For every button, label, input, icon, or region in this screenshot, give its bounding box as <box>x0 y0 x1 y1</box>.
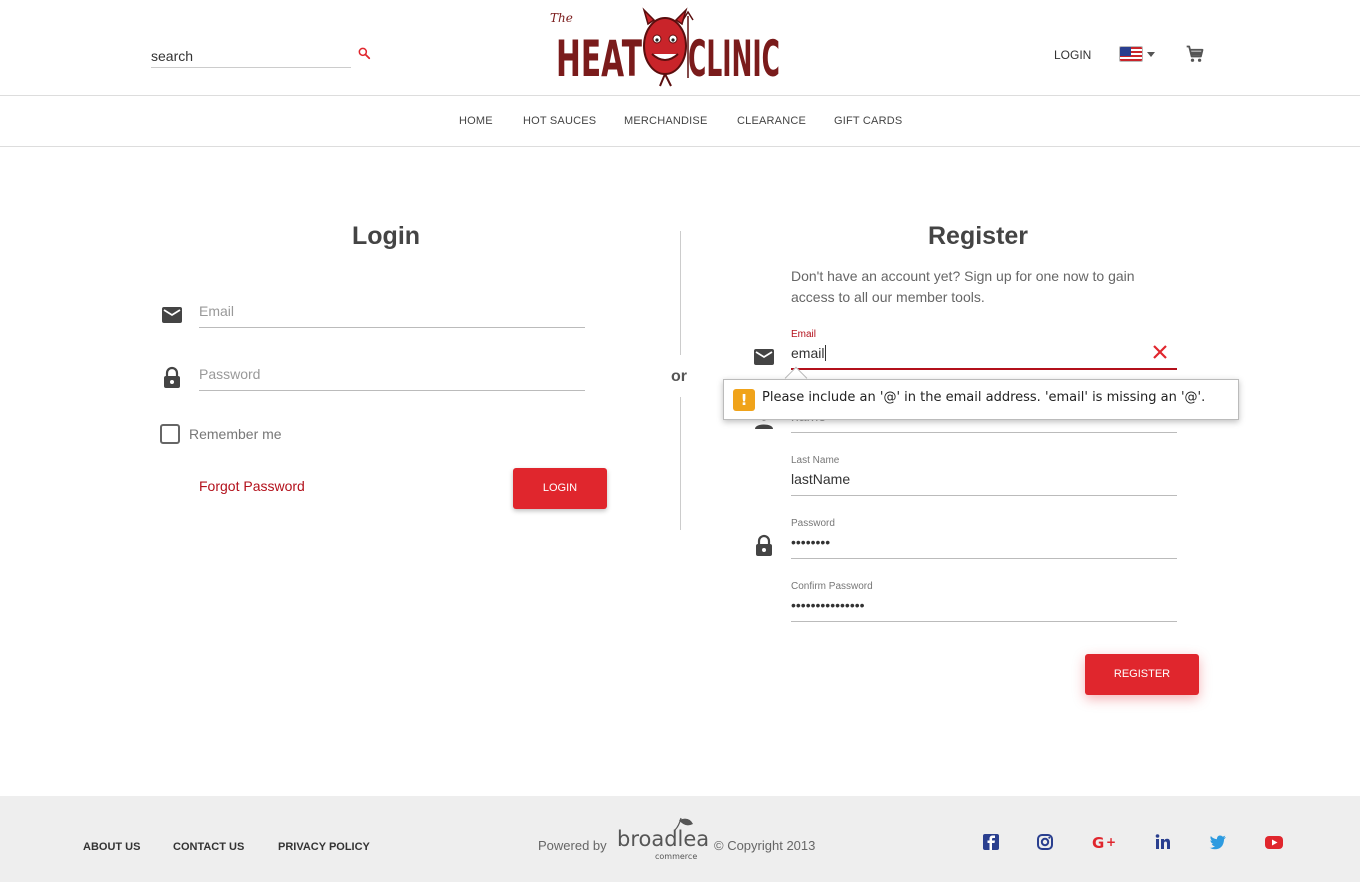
login-email-input[interactable]: Email <box>199 303 234 319</box>
nav-item-clearance[interactable]: CLEARANCE <box>737 115 806 127</box>
close-icon[interactable] <box>1152 344 1168 360</box>
register-last-name-label: Last Name <box>791 455 840 466</box>
login-title: Login <box>352 222 421 250</box>
text-cursor <box>825 345 826 361</box>
register-last-name-underline <box>791 495 1177 496</box>
register-confirm-label: Confirm Password <box>791 581 873 592</box>
login-email-underline <box>199 327 585 328</box>
lock-icon <box>164 366 180 388</box>
search-icon[interactable] <box>357 46 371 60</box>
copyright-label: © Copyright 2013 <box>714 838 816 853</box>
register-password-underline <box>791 558 1177 559</box>
svg-text:G: G <box>1092 834 1104 852</box>
validation-tooltip: ! Please include an '@' in the email add… <box>723 379 1239 420</box>
divider-bottom <box>680 397 681 530</box>
footer-about-us-link[interactable]: ABOUT US <box>83 841 140 853</box>
footer-privacy-policy-link[interactable]: PRIVACY POLICY <box>278 841 370 853</box>
register-first-name-underline <box>791 432 1177 433</box>
us-flag-icon[interactable] <box>1119 46 1143 62</box>
register-title: Register <box>928 222 1029 250</box>
login-password-input[interactable]: Password <box>199 366 260 382</box>
register-description: Don't have an account yet? Sign up for o… <box>791 268 1135 305</box>
register-email-label: Email <box>791 329 817 340</box>
twitter-icon[interactable] <box>1208 832 1228 852</box>
register-confirm-underline <box>791 621 1177 622</box>
or-label: or <box>671 368 687 385</box>
facebook-icon[interactable] <box>981 832 1001 852</box>
mail-icon <box>162 307 182 323</box>
instagram-icon[interactable] <box>1035 832 1055 852</box>
register-password-input[interactable]: •••••••• <box>791 534 830 550</box>
register-email-input[interactable]: email <box>791 345 824 361</box>
header-login-link[interactable]: LOGIN <box>1054 48 1091 62</box>
broadleaf-logo[interactable]: broadleaf commerce <box>617 816 709 862</box>
cart-icon[interactable] <box>1185 44 1205 64</box>
remember-me-checkbox[interactable] <box>160 424 180 444</box>
main-nav: HOME HOT SAUCES MERCHANDISE CLEARANCE GI… <box>0 96 1360 147</box>
svg-text:+: + <box>1106 835 1116 849</box>
svg-text:The: The <box>550 11 573 25</box>
broadleaf-sub: commerce <box>655 852 697 861</box>
validation-message: Please include an '@' in the email addre… <box>762 390 1206 405</box>
svg-text:CLINIC: CLINIC <box>688 30 780 88</box>
login-password-underline <box>199 390 585 391</box>
svg-text:HEAT: HEAT <box>556 30 642 88</box>
forgot-password-link[interactable]: Forgot Password <box>199 478 305 494</box>
powered-by-label: Powered by <box>538 838 607 853</box>
nav-item-merchandise[interactable]: MERCHANDISE <box>624 115 708 127</box>
site-footer: ABOUT US CONTACT US PRIVACY POLICY Power… <box>0 796 1360 882</box>
divider-top <box>680 231 681 355</box>
register-password-label: Password <box>791 518 835 529</box>
register-confirm-input[interactable]: ••••••••••••••• <box>791 597 865 613</box>
register-email-underline <box>791 368 1177 370</box>
warning-icon: ! <box>733 389 755 411</box>
nav-item-home[interactable]: HOME <box>459 115 493 127</box>
google-plus-icon[interactable]: G + <box>1092 832 1118 852</box>
chevron-down-icon[interactable] <box>1147 52 1155 57</box>
heat-clinic-logo[interactable]: The HEAT CLINIC <box>548 6 782 88</box>
register-last-name-input[interactable]: lastName <box>791 471 850 487</box>
remember-me-label: Remember me <box>189 426 282 442</box>
register-button[interactable]: REGISTER <box>1085 654 1199 695</box>
footer-contact-us-link[interactable]: CONTACT US <box>173 841 244 853</box>
linkedin-icon[interactable] <box>1153 832 1173 852</box>
youtube-icon[interactable] <box>1264 832 1284 852</box>
search-input[interactable] <box>151 44 351 67</box>
mail-icon <box>754 349 774 365</box>
broadleaf-name: broadleaf <box>617 827 709 851</box>
nav-item-hot-sauces[interactable]: HOT SAUCES <box>523 115 596 127</box>
nav-item-gift-cards[interactable]: GIFT CARDS <box>834 115 902 127</box>
lock-icon <box>756 534 772 556</box>
login-button[interactable]: LOGIN <box>513 468 607 509</box>
search-field <box>151 44 351 68</box>
site-header: The HEAT CLINIC LOGIN <box>0 0 1360 96</box>
